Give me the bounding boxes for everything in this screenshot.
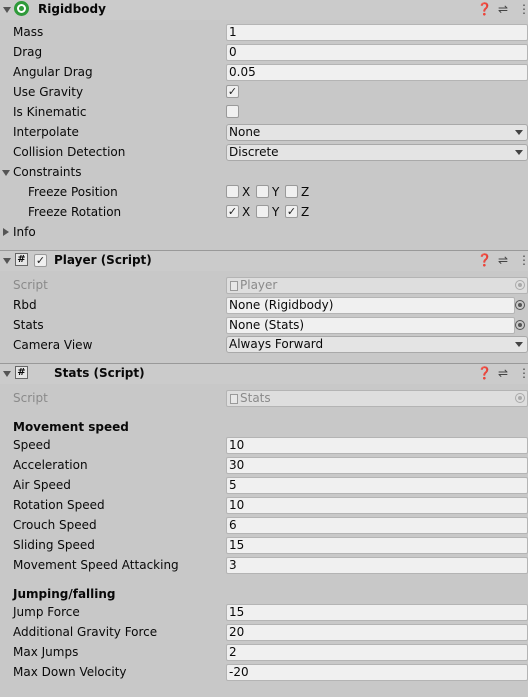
freeze-position-y-checkbox[interactable] — [256, 185, 269, 198]
acceleration-label: Acceleration — [13, 458, 88, 472]
object-picker-icon — [515, 393, 525, 403]
use-gravity-checkbox[interactable]: ✓ — [226, 85, 239, 98]
mass-label: Mass — [13, 25, 44, 39]
jump-force-field[interactable]: 15 — [226, 604, 528, 621]
freeze-rotation-y-checkbox[interactable] — [256, 205, 269, 218]
help-icon[interactable]: ❓ — [477, 252, 492, 268]
sliding-speed-field[interactable]: 15 — [226, 537, 528, 554]
help-icon[interactable]: ❓ — [477, 365, 492, 381]
script-field: Stats — [226, 390, 528, 407]
collision-detection-label: Collision Detection — [13, 145, 126, 159]
info-foldout-icon[interactable] — [3, 228, 9, 236]
script-hash-icon: # — [15, 366, 28, 379]
chevron-down-icon — [515, 130, 523, 135]
component-title: Stats (Script) — [54, 366, 145, 380]
script-label: Script — [13, 391, 48, 405]
movement-speed-attacking-label: Movement Speed Attacking — [13, 558, 179, 572]
rotation-speed-field[interactable]: 10 — [226, 497, 528, 514]
angular-drag-label: Angular Drag — [13, 65, 93, 79]
crouch-speed-label: Crouch Speed — [13, 518, 97, 532]
mass-field[interactable]: 1 — [226, 24, 528, 41]
script-label: Script — [13, 278, 48, 292]
component-title: Rigidbody — [38, 2, 106, 16]
drag-label: Drag — [13, 45, 43, 59]
script-field: Player — [226, 277, 528, 294]
collapse-arrow-icon[interactable] — [3, 7, 11, 13]
axis-y-label: Y — [272, 185, 280, 199]
stats-object-field[interactable]: None (Stats) — [226, 317, 515, 334]
rigidbody-icon — [14, 1, 29, 16]
freeze-rotation-z-checkbox[interactable]: ✓ — [285, 205, 298, 218]
freeze-position-label: Freeze Position — [28, 185, 118, 199]
max-jumps-label: Max Jumps — [13, 645, 79, 659]
camera-view-label: Camera View — [13, 338, 93, 352]
rigidbody-header[interactable]: Rigidbody ❓ ⇌ ⋮ — [0, 0, 528, 20]
axis-z-label: Z — [301, 185, 310, 199]
additional-gravity-force-field[interactable]: 20 — [226, 624, 528, 641]
movement-speed-header: Movement speed — [13, 420, 129, 434]
kebab-menu-icon[interactable]: ⋮ — [518, 1, 528, 17]
freeze-rotation-x-checkbox[interactable]: ✓ — [226, 205, 239, 218]
kebab-menu-icon[interactable]: ⋮ — [518, 365, 528, 381]
crouch-speed-field[interactable]: 6 — [226, 517, 528, 534]
script-hash-icon: # — [15, 253, 28, 266]
freeze-rotation-label: Freeze Rotation — [28, 205, 122, 219]
camera-view-dropdown[interactable]: Always Forward — [226, 336, 528, 353]
axis-x-label: X — [242, 185, 251, 199]
is-kinematic-label: Is Kinematic — [13, 105, 87, 119]
angular-drag-field[interactable]: 0.05 — [226, 64, 528, 81]
player-script-header[interactable]: # ✓ Player (Script) ❓ ⇌ ⋮ — [0, 251, 528, 271]
chevron-down-icon — [515, 342, 523, 347]
presets-icon[interactable]: ⇌ — [498, 365, 508, 381]
jump-force-label: Jump Force — [13, 605, 80, 619]
rbd-object-field[interactable]: None (Rigidbody) — [226, 297, 515, 314]
interpolate-label: Interpolate — [13, 125, 79, 139]
use-gravity-label: Use Gravity — [13, 85, 84, 99]
rbd-label: Rbd — [13, 298, 37, 312]
constraints-label[interactable]: Constraints — [13, 163, 81, 181]
object-picker-icon[interactable] — [515, 300, 525, 310]
presets-icon[interactable]: ⇌ — [498, 1, 508, 17]
air-speed-label: Air Speed — [13, 478, 71, 492]
kebab-menu-icon[interactable]: ⋮ — [518, 252, 528, 268]
collision-detection-dropdown[interactable]: Discrete — [226, 144, 528, 161]
freeze-position-z-checkbox[interactable] — [285, 185, 298, 198]
acceleration-field[interactable]: 30 — [226, 457, 528, 474]
stats-script-header[interactable]: # Stats (Script) ❓ ⇌ ⋮ — [0, 364, 528, 384]
sliding-speed-label: Sliding Speed — [13, 538, 95, 552]
drag-field[interactable]: 0 — [226, 44, 528, 61]
component-title: Player (Script) — [54, 253, 152, 267]
air-speed-field[interactable]: 5 — [226, 477, 528, 494]
presets-icon[interactable]: ⇌ — [498, 252, 508, 268]
is-kinematic-checkbox[interactable] — [226, 105, 239, 118]
interpolate-dropdown[interactable]: None — [226, 124, 528, 141]
additional-gravity-force-label: Additional Gravity Force — [13, 625, 158, 639]
help-icon[interactable]: ❓ — [477, 1, 492, 17]
jumping-falling-header: Jumping/falling — [13, 587, 116, 601]
collapse-arrow-icon[interactable] — [3, 258, 11, 264]
chevron-down-icon — [515, 150, 523, 155]
component-enabled-checkbox[interactable]: ✓ — [34, 254, 47, 267]
max-down-velocity-label: Max Down Velocity — [13, 665, 127, 679]
stats-label: Stats — [13, 318, 44, 332]
collapse-arrow-icon[interactable] — [3, 371, 11, 377]
object-picker-icon[interactable] — [515, 320, 525, 330]
freeze-position-x-checkbox[interactable] — [226, 185, 239, 198]
max-down-velocity-field[interactable]: -20 — [226, 664, 528, 681]
speed-field[interactable]: 10 — [226, 437, 528, 454]
axis-x-label: X — [242, 205, 251, 219]
axis-z-label: Z — [301, 205, 310, 219]
script-file-icon — [230, 281, 238, 291]
script-file-icon — [230, 394, 238, 404]
rotation-speed-label: Rotation Speed — [13, 498, 105, 512]
speed-label: Speed — [13, 438, 51, 452]
max-jumps-field[interactable]: 2 — [226, 644, 528, 661]
info-label[interactable]: Info — [13, 223, 36, 241]
constraints-foldout-icon[interactable] — [2, 170, 10, 176]
axis-y-label: Y — [272, 205, 280, 219]
movement-speed-attacking-field[interactable]: 3 — [226, 557, 528, 574]
object-picker-icon — [515, 280, 525, 290]
